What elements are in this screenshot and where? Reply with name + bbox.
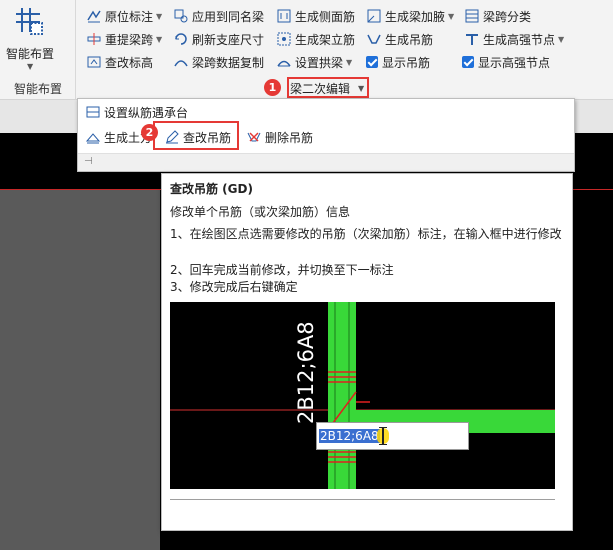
delete-hanger-menu-item[interactable]: 删除吊筋 [246, 127, 313, 147]
chevron-down-icon: ▼ [27, 62, 34, 71]
tooltip-description: 修改单个吊筋（或次梁加筋）信息 [170, 205, 351, 219]
step-badge-1: 1 [264, 79, 281, 96]
haunch-icon [366, 8, 382, 24]
gen-erection-rebar-button[interactable]: 生成架立筋 [276, 29, 355, 49]
ribbon: 智能布置 ▼ 智能布置 原位标注 ▼ 重提梁跨 ▼ 查改标高 应用到同名梁 刷新支座… [0, 0, 613, 100]
gen-hanger-rebar-button[interactable]: 生成吊筋 [366, 29, 433, 49]
vertical-rebar-label: 2B12;6A8 [294, 321, 318, 424]
highlight-box [153, 121, 239, 150]
text-cursor-icon [377, 426, 389, 446]
beam-span-classify-button[interactable]: 梁跨分类 [464, 6, 531, 26]
edit-elevation-button[interactable]: 查改标高 [86, 52, 153, 72]
set-arch-beam-button[interactable]: 设置拱梁 ▼ [276, 52, 352, 72]
gen-hs-node-button[interactable]: 生成高强节点 ▼ [464, 29, 564, 49]
chevron-down-icon: ▼ [448, 11, 455, 21]
tooltip-panel: 查改吊筋 (GD) 修改单个吊筋（或次梁加筋）信息 1、在绘图区点选需要修改的吊… [161, 173, 573, 531]
menu-footer: ⊣ [78, 153, 574, 171]
span-icon [86, 31, 102, 47]
copy-span-data-button[interactable]: 梁跨数据复制 [173, 52, 264, 72]
original-annotation-button[interactable]: 原位标注 ▼ [86, 6, 162, 26]
smart-layout-group-label: 智能布置 [13, 82, 62, 96]
elevation-icon [86, 54, 102, 70]
highlight-box [287, 77, 369, 98]
copy-icon [173, 54, 189, 70]
side-rebar-icon [276, 8, 292, 24]
apply-icon [173, 8, 189, 24]
rebar-input-box[interactable]: 2B12;6A8 [316, 422, 469, 450]
set-rebar-cap-menu-item[interactable]: 设置纵筋遇承台 [85, 102, 188, 122]
apply-same-beam-button[interactable]: 应用到同名梁 [173, 6, 264, 26]
main-beam-shape [328, 302, 356, 489]
delete-icon [246, 129, 262, 145]
refresh-icon [173, 31, 189, 47]
earthwork-icon [85, 129, 101, 145]
checkbox-checked-icon [462, 56, 474, 68]
step-badge-2: 2 [141, 124, 158, 141]
pin-icon: ⊣ [84, 156, 93, 167]
gen-side-rebar-button[interactable]: 生成侧面筋 [276, 6, 355, 26]
rebar-input-value: 2B12;6A8 [319, 429, 380, 443]
classify-icon [464, 8, 480, 24]
tooltip-step-2: 2、回车完成当前修改，并切换至下一标注 [170, 263, 394, 277]
grid-layout-icon [16, 8, 43, 35]
refresh-support-size-button[interactable]: 刷新支座尺寸 [173, 29, 264, 49]
checkbox-checked-icon [366, 56, 378, 68]
smart-layout-group: 智能布置 ▼ 智能布置 [0, 0, 76, 100]
tooltip-step-1: 1、在绘图区点选需要修改的吊筋（次梁加筋）标注，在输入框中进行修改 [170, 227, 562, 241]
show-hanger-checkbox[interactable]: 显示吊筋 [366, 52, 430, 72]
chevron-down-icon: ▼ [156, 34, 163, 44]
tooltip-divider [170, 499, 555, 500]
annotation-icon [86, 8, 102, 24]
hs-node-icon [464, 31, 480, 47]
smart-layout-label: 智能布置 [5, 47, 54, 61]
rebar-diagram: 2B12;6A8 [170, 302, 555, 489]
tooltip-title: 查改吊筋 (GD) [170, 182, 253, 196]
chevron-down-icon: ▼ [156, 11, 163, 21]
re-extract-span-button[interactable]: 重提梁跨 ▼ [86, 29, 162, 49]
tooltip-illustration: 2B12;6A8 2B12;6A8 [170, 302, 555, 489]
chevron-down-icon: ▼ [346, 57, 353, 67]
drawing-panel [0, 190, 160, 550]
gen-beam-haunch-button[interactable]: 生成梁加腋 ▼ [366, 6, 454, 26]
chevron-down-icon: ▼ [558, 34, 565, 44]
hanger-icon [366, 31, 382, 47]
erection-rebar-icon [276, 31, 292, 47]
tooltip-step-3: 3、修改完成后右键确定 [170, 280, 298, 294]
cap-icon [85, 104, 101, 120]
arch-icon [276, 54, 292, 70]
show-hs-node-checkbox[interactable]: 显示高强节点 [462, 52, 550, 72]
